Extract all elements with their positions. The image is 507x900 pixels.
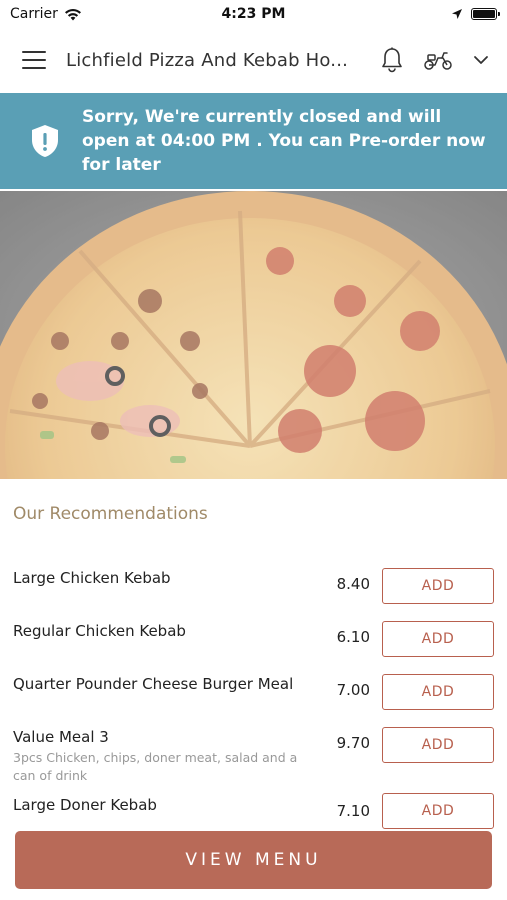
item-price: 7.10: [336, 802, 370, 820]
list-item: Quarter Pounder Cheese Burger Meal 7.00 …: [0, 666, 507, 719]
battery-icon: [471, 8, 500, 20]
scooter-icon[interactable]: [423, 49, 453, 71]
add-button[interactable]: ADD: [382, 568, 494, 604]
status-right: [451, 8, 500, 20]
item-info: Quarter Pounder Cheese Burger Meal: [13, 666, 324, 694]
item-info: Large Doner Kebab: [13, 791, 324, 815]
item-info: Regular Chicken Kebab: [13, 613, 324, 641]
item-name: Large Doner Kebab: [13, 796, 157, 814]
item-description: 3pcs Chicken, chips, doner meat, salad a…: [13, 750, 298, 783]
item-price: 7.00: [336, 681, 370, 699]
chevron-down-icon[interactable]: [473, 55, 489, 65]
closed-banner: Sorry, We're currently closed and will o…: [0, 93, 507, 189]
item-price: 8.40: [336, 575, 370, 593]
pizza-image: [0, 191, 507, 479]
status-left: Carrier: [10, 6, 82, 22]
item-name: Regular Chicken Kebab: [13, 622, 186, 640]
item-name: Value Meal 3: [13, 728, 109, 746]
carrier-label: Carrier: [10, 6, 58, 22]
location-arrow-icon: [452, 9, 462, 19]
wifi-icon: [64, 8, 81, 20]
list-item: Value Meal 3 3pcs Chicken, chips, doner …: [0, 719, 507, 791]
menu-icon[interactable]: [22, 51, 46, 69]
shop-title: Lichfield Pizza And Kebab Ho...: [66, 49, 349, 71]
add-button[interactable]: ADD: [382, 793, 494, 829]
item-info: Value Meal 3 3pcs Chicken, chips, doner …: [13, 719, 324, 785]
app-header: Lichfield Pizza And Kebab Ho...: [0, 28, 507, 92]
item-price: 6.10: [336, 628, 370, 646]
bell-icon[interactable]: [381, 47, 403, 73]
item-info: Large Chicken Kebab: [13, 560, 324, 588]
item-name: Large Chicken Kebab: [13, 569, 171, 587]
item-price: 9.70: [336, 734, 370, 752]
view-menu-button[interactable]: VIEW MENU: [15, 831, 492, 889]
item-name: Quarter Pounder Cheese Burger Meal: [13, 675, 294, 693]
add-button[interactable]: ADD: [382, 727, 494, 763]
shield-alert-icon: [32, 125, 58, 157]
closed-message: Sorry, We're currently closed and will o…: [82, 107, 486, 175]
add-button[interactable]: ADD: [382, 674, 494, 710]
status-bar: Carrier 4:23 PM: [0, 0, 507, 28]
recommendations-title: Our Recommendations: [13, 504, 208, 524]
add-button[interactable]: ADD: [382, 621, 494, 657]
recommendations-list: Large Chicken Kebab 8.40 ADD Regular Chi…: [0, 560, 507, 841]
list-item: Large Chicken Kebab 8.40 ADD: [0, 560, 507, 613]
list-item: Regular Chicken Kebab 6.10 ADD: [0, 613, 507, 666]
